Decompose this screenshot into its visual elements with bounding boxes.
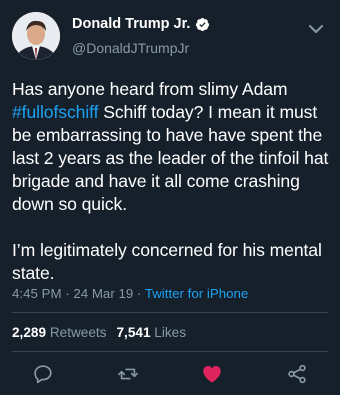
- tweet-paragraph-1: Has anyone heard from slimy Adam #fullof…: [12, 78, 334, 216]
- retweets-count: 2,289: [12, 325, 47, 340]
- tweet-date[interactable]: 24 Mar 19: [73, 286, 133, 301]
- tweet-meta: 4:45 PM · 24 Mar 19 · Twitter for iPhone: [12, 286, 248, 301]
- heart-icon[interactable]: [201, 363, 223, 385]
- share-icon[interactable]: [286, 363, 308, 385]
- tweet-text: Has anyone heard from slimy Adam #fullof…: [12, 78, 334, 308]
- likes-label: Likes: [154, 325, 187, 340]
- avatar[interactable]: [12, 12, 60, 60]
- likes-count: 7,541: [116, 325, 151, 340]
- display-name[interactable]: Donald Trump Jr.: [72, 16, 190, 32]
- avatar-image: [12, 12, 60, 60]
- tweet-time[interactable]: 4:45 PM: [12, 286, 62, 301]
- engagement-stats: 2,289 Retweets 7,541 Likes: [12, 325, 186, 340]
- retweets-label: Retweets: [49, 325, 107, 340]
- divider: [12, 312, 328, 313]
- divider: [12, 351, 328, 352]
- hashtag-link[interactable]: #fullofschiff: [12, 102, 99, 122]
- retweets-stat[interactable]: 2,289 Retweets: [12, 325, 106, 340]
- name-row: Donald Trump Jr.: [72, 16, 210, 32]
- tweet-text-segment: Has anyone heard from slimy Adam: [12, 79, 288, 99]
- user-handle[interactable]: @DonaldJTrumpJr: [72, 40, 189, 56]
- likes-stat[interactable]: 7,541 Likes: [116, 325, 186, 340]
- meta-separator: ·: [61, 286, 74, 301]
- retweet-icon[interactable]: [117, 363, 139, 385]
- reply-icon[interactable]: [32, 363, 54, 385]
- chevron-down-icon[interactable]: [308, 24, 324, 34]
- tweet-paragraph-2: I’m legitimately concerned for his menta…: [12, 240, 322, 283]
- meta-separator: ·: [133, 286, 145, 301]
- verified-badge-icon: [196, 17, 210, 31]
- tweet-source-link[interactable]: Twitter for iPhone: [145, 286, 248, 301]
- tweet-card: Donald Trump Jr. @DonaldJTrumpJr Has any…: [0, 0, 340, 395]
- action-bar: [0, 363, 340, 391]
